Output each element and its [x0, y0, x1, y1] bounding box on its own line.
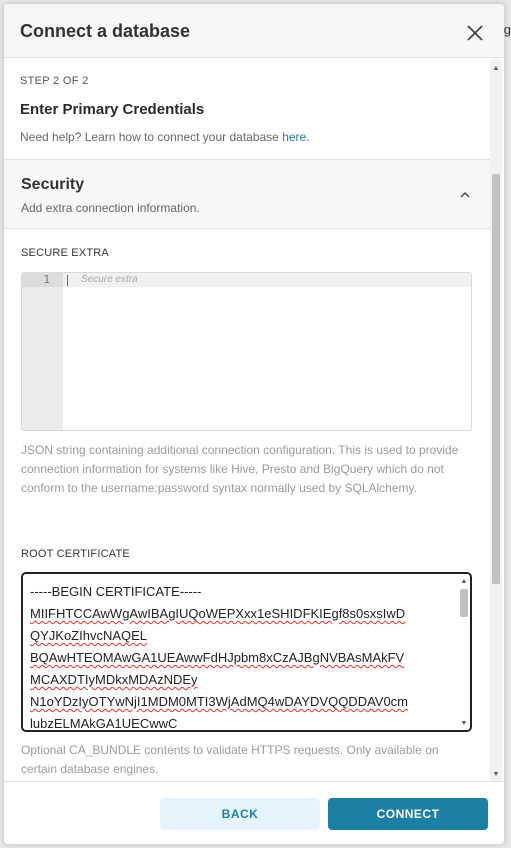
connect-button[interactable]: CONNECT [328, 798, 488, 830]
security-subtitle: Add extra connection information. [21, 201, 200, 215]
security-section-header[interactable]: Security Add extra connection informatio… [4, 159, 490, 229]
cert-scroll-down-icon[interactable]: ▼ [458, 720, 470, 728]
cert-line: MCAXDTIyMDkxMDAzNDEy [30, 672, 198, 687]
cert-scrollbar[interactable]: ▲ ▼ [458, 574, 470, 730]
body-scroll-up-icon[interactable]: ▲ [490, 65, 502, 73]
editor-line-number: 1 [22, 273, 63, 287]
body-scroll-thumb[interactable] [492, 174, 500, 584]
editor-gutter [22, 273, 63, 430]
cert-line: lubzELMAkGA1UECwwC [30, 716, 178, 731]
cert-line: QYJKoZIhvcNAQEL [30, 628, 148, 643]
root-certificate-content: -----BEGIN CERTIFICATE----- MIIFHTCCAwWg… [30, 581, 455, 731]
help-link[interactable]: here [282, 130, 306, 144]
help-text-prefix: Need help? Learn how to connect your dat… [20, 130, 283, 144]
help-text-suffix: . [306, 130, 310, 144]
connect-database-modal: Connect a database STEP 2 OF 2 Enter Pri… [4, 4, 504, 844]
body-scroll-down-icon[interactable]: ▼ [490, 771, 502, 779]
modal-body[interactable]: STEP 2 OF 2 Enter Primary Credentials Ne… [4, 59, 504, 781]
root-certificate-label: ROOT CERTIFICATE [21, 548, 130, 560]
close-icon [467, 25, 483, 41]
modal-header: Connect a database [4, 4, 504, 58]
secure-extra-placeholder: Secure extra [81, 274, 138, 285]
security-title: Security [21, 176, 85, 193]
cert-scroll-up-icon[interactable]: ▲ [458, 578, 470, 586]
modal-footer: BACK CONNECT [4, 781, 504, 844]
backdrop-text-fragment: g [503, 22, 511, 37]
secure-extra-editor[interactable]: 1 Secure extra [21, 272, 472, 431]
secure-extra-label: SECURE EXTRA [21, 247, 109, 259]
chevron-up-icon[interactable] [459, 189, 471, 201]
root-certificate-textarea[interactable]: -----BEGIN CERTIFICATE----- MIIFHTCCAwWg… [21, 572, 472, 732]
close-button[interactable] [463, 21, 487, 45]
modal-body-scrollbar[interactable]: ▲ ▼ [490, 59, 502, 781]
step-indicator: STEP 2 OF 2 [20, 75, 89, 87]
step-title: Enter Primary Credentials [20, 101, 205, 118]
back-button[interactable]: BACK [160, 798, 320, 830]
editor-cursor [67, 275, 68, 286]
cert-line: MIIFHTCCAwWgAwIBAgIUQoWEPXxx1eSHIDFKIEgf… [30, 606, 406, 621]
cert-scroll-thumb[interactable] [460, 589, 468, 617]
cert-line: N1oYDzIyOTYwNjI1MDM0MTI3WjAdMQ4wDAYDVQQD… [30, 694, 409, 709]
cert-line: -----BEGIN CERTIFICATE----- [30, 584, 202, 599]
modal-title: Connect a database [20, 21, 191, 41]
root-certificate-help: Optional CA_BUNDLE contents to validate … [21, 743, 439, 776]
cert-line: BQAwHTEOMAwGA1UEAwwFdHJpbm8xCzAJBgNVBAsM… [30, 650, 405, 665]
help-text: Need help? Learn how to connect your dat… [20, 130, 310, 144]
secure-extra-help: JSON string containing additional connec… [21, 443, 459, 495]
